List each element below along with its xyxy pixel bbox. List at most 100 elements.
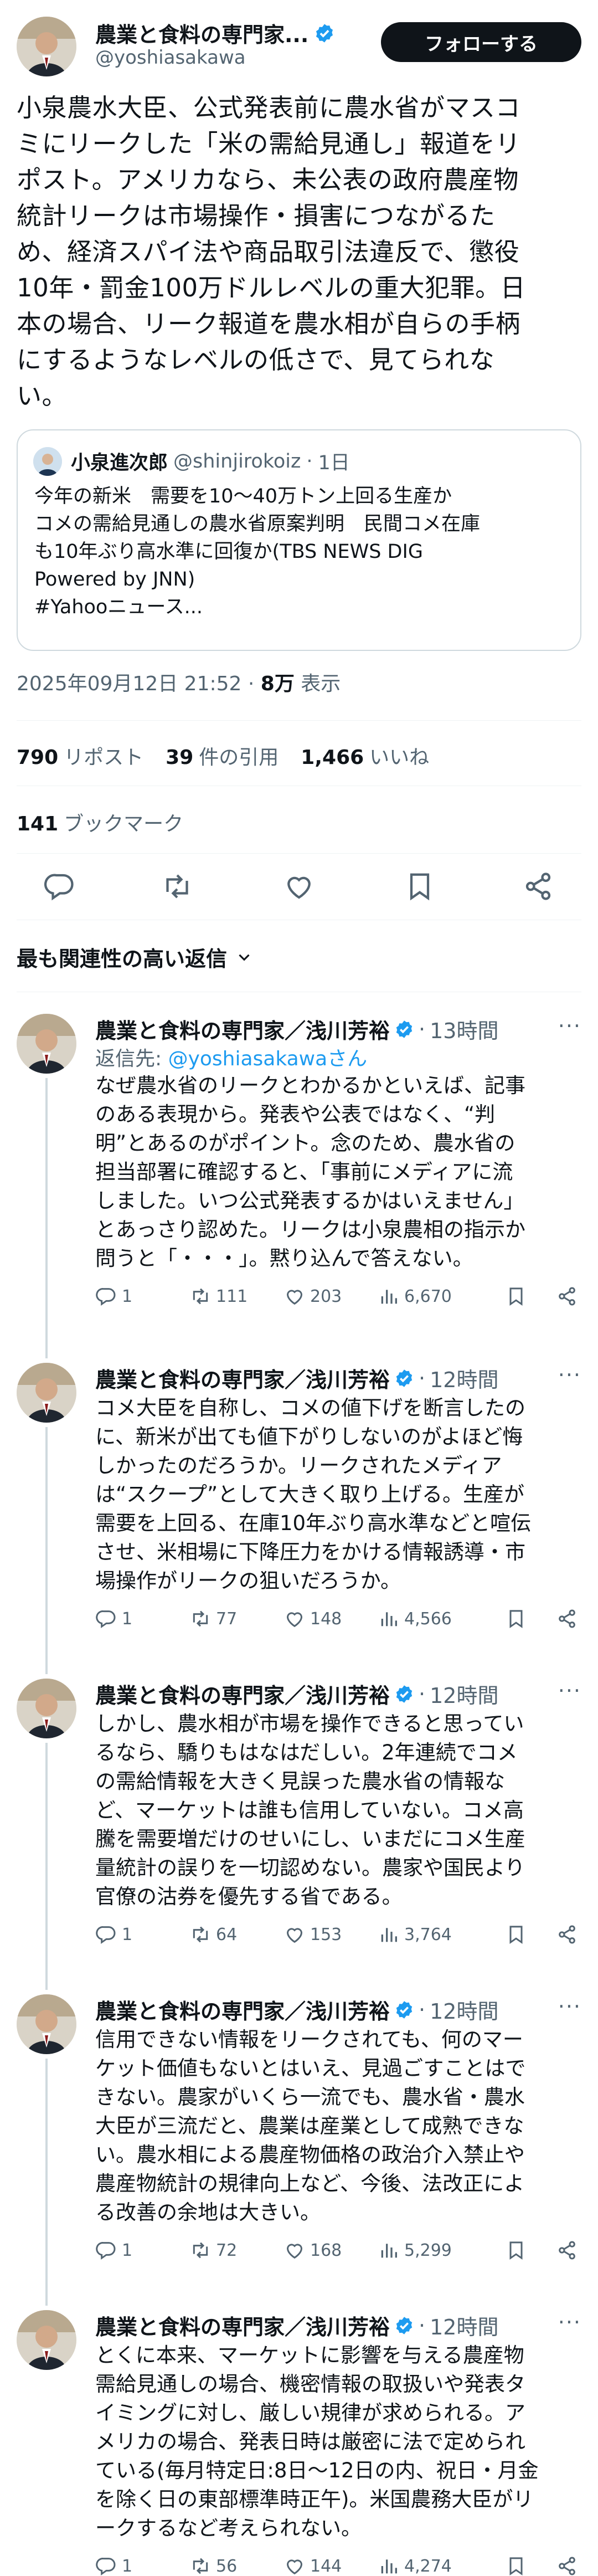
reply-replies-count: 1 (122, 2240, 133, 2260)
reply-avatar[interactable] (17, 1014, 76, 1074)
bookmarks-stat[interactable]: 141 ブックマーク (17, 808, 183, 837)
tweet-header: 農業と食料の専門家... @yoshiasakawa フォローする (0, 0, 598, 78)
reply-avatar[interactable] (17, 1994, 76, 2054)
more-options-icon[interactable]: ··· (558, 1014, 581, 1038)
reply-dot: · (419, 1017, 426, 1041)
more-options-icon[interactable]: ··· (558, 1363, 581, 1387)
reply-avatar[interactable] (17, 2310, 76, 2370)
bookmark-icon[interactable] (505, 1922, 527, 1947)
author-name[interactable]: 農業と食料の専門家... (95, 18, 308, 48)
bookmarks-label: ブックマーク (64, 813, 184, 835)
reply-repost-button[interactable]: 56 (189, 2554, 237, 2576)
reply-icon (95, 2239, 117, 2261)
reply-time[interactable]: 12時間 (430, 1994, 498, 2025)
reply-to-handle[interactable]: @yoshiasakawaさん (168, 1048, 368, 1070)
reply-sort-selector[interactable]: 最も関連性の高い返信 (17, 942, 254, 972)
reply-icon (95, 1285, 117, 1307)
bookmark-icon[interactable] (403, 870, 436, 903)
tweet-text: 小泉農水大臣、公式発表前に農水省がマスコ ミにリークした「米の需給見通し」報道を… (17, 93, 526, 410)
reposts-stat[interactable]: 790 リポスト (17, 741, 143, 770)
quote-dot: · (306, 450, 313, 473)
share-icon[interactable] (556, 2554, 578, 2576)
reply-repost-button[interactable]: 111 (189, 1284, 248, 1308)
reply-views-button[interactable]: 3,764 (378, 1922, 452, 1947)
author-handle[interactable]: @yoshiasakawa (95, 47, 246, 69)
reply-avatar[interactable] (17, 1679, 76, 1738)
reply-repost-button[interactable]: 64 (189, 1922, 237, 1947)
like-icon (283, 1608, 306, 1630)
views-icon (378, 1285, 400, 1307)
reply-icon (95, 2555, 117, 2576)
reply-time[interactable]: 12時間 (430, 1679, 498, 1709)
reply-sort-label: 最も関連性の高い返信 (17, 947, 228, 971)
reply-views-button[interactable]: 4,274 (378, 2554, 452, 2576)
more-options-icon[interactable]: ··· (558, 2310, 581, 2334)
reply-author-name[interactable]: 農業と食料の専門家／浅川芳裕 (95, 1363, 390, 1393)
reply-reply-button[interactable]: 1 (95, 1284, 132, 1308)
tweet-datetime[interactable]: 2025年09月12日 21:52 (17, 673, 241, 695)
reply-icon[interactable] (43, 870, 76, 903)
reply-views-button[interactable]: 6,670 (378, 1284, 452, 1308)
reply-author-name[interactable]: 農業と食料の専門家／浅川芳裕 (95, 1994, 390, 2025)
reply-like-button[interactable]: 203 (283, 1284, 342, 1308)
reply-time[interactable]: 12時間 (430, 1363, 498, 1393)
share-icon[interactable] (556, 1284, 578, 1308)
share-icon[interactable] (522, 870, 555, 903)
thread-connector (45, 2059, 48, 2306)
reply-avatar[interactable] (17, 1363, 76, 1423)
repost-icon[interactable] (161, 870, 194, 903)
repost-icon (189, 1285, 212, 1307)
reply-like-button[interactable]: 153 (283, 1922, 342, 1947)
reply-text: なぜ農水省のリークとわかるかといえば、記事 のある表現から。発表や公表ではなく、… (95, 1074, 525, 1270)
reply-repost-button[interactable]: 77 (189, 1607, 237, 1631)
views-icon (378, 2239, 400, 2261)
reply-time[interactable]: 12時間 (430, 2310, 498, 2341)
reply-dot: · (419, 1366, 426, 1390)
reply-author-name[interactable]: 農業と食料の専門家／浅川芳裕 (95, 2310, 390, 2341)
reply-to-line: 返信先: @yoshiasakawaさん (95, 1043, 367, 1071)
reply-like-button[interactable]: 168 (283, 2238, 342, 2262)
reply-views-button[interactable]: 4,566 (378, 1607, 452, 1631)
timestamp-dot: · (248, 673, 261, 695)
author-avatar[interactable] (17, 17, 76, 76)
author-name-row[interactable]: 農業と食料の専門家... (95, 18, 335, 48)
tweet-views-label: 表示 (301, 673, 341, 695)
reply-time[interactable]: 13時間 (430, 1014, 498, 1044)
bookmark-icon[interactable] (505, 2238, 527, 2262)
bookmark-stats: 141 ブックマーク (17, 808, 183, 837)
reply-like-button[interactable]: 148 (283, 1607, 342, 1631)
reply-likes-count: 144 (310, 2556, 342, 2576)
reply-views-count: 6,670 (404, 1286, 452, 1306)
reply-reposts-count: 111 (216, 1286, 248, 1306)
reply-to-prefix: 返信先: (95, 1048, 168, 1070)
bookmark-icon[interactable] (505, 2554, 527, 2576)
quote-author-avatar (33, 447, 62, 476)
reply-reply-button[interactable]: 1 (95, 2554, 132, 2576)
reply-reply-button[interactable]: 1 (95, 2238, 132, 2262)
verified-badge-icon (316, 23, 333, 43)
share-icon[interactable] (556, 1922, 578, 1947)
reply-reposts-count: 77 (216, 1609, 238, 1629)
share-icon[interactable] (556, 2238, 578, 2262)
reply-reposts-count: 72 (216, 2240, 238, 2260)
reply-like-button[interactable]: 144 (283, 2554, 342, 2576)
reply-likes-count: 203 (310, 1286, 342, 1306)
bookmark-icon[interactable] (505, 1284, 527, 1308)
reply-repost-button[interactable]: 72 (189, 2238, 237, 2262)
reply-views-button[interactable]: 5,299 (378, 2238, 452, 2262)
reply-reply-button[interactable]: 1 (95, 1922, 132, 1947)
more-options-icon[interactable]: ··· (558, 1679, 581, 1703)
reply-reply-button[interactable]: 1 (95, 1607, 132, 1631)
more-options-icon[interactable]: ··· (558, 1994, 581, 2019)
follow-button[interactable]: フォローする (381, 22, 581, 62)
bookmark-icon[interactable] (505, 1607, 527, 1631)
quoted-tweet[interactable]: 小泉進次郎 @shinjirokoiz · 1日 今年の新米 需要を10～40万… (17, 429, 581, 651)
reply-action-bar: 1 111 203 6,670 (95, 1284, 582, 1308)
reply-author-name[interactable]: 農業と食料の専門家／浅川芳裕 (95, 1679, 390, 1709)
reply-views-count: 3,764 (404, 1925, 452, 1944)
quotes-stat[interactable]: 39 件の引用 (166, 741, 279, 770)
share-icon[interactable] (556, 1607, 578, 1631)
like-icon[interactable] (282, 870, 316, 903)
likes-stat[interactable]: 1,466 いいね (301, 741, 429, 770)
reply-author-name[interactable]: 農業と食料の専門家／浅川芳裕 (95, 1014, 390, 1044)
